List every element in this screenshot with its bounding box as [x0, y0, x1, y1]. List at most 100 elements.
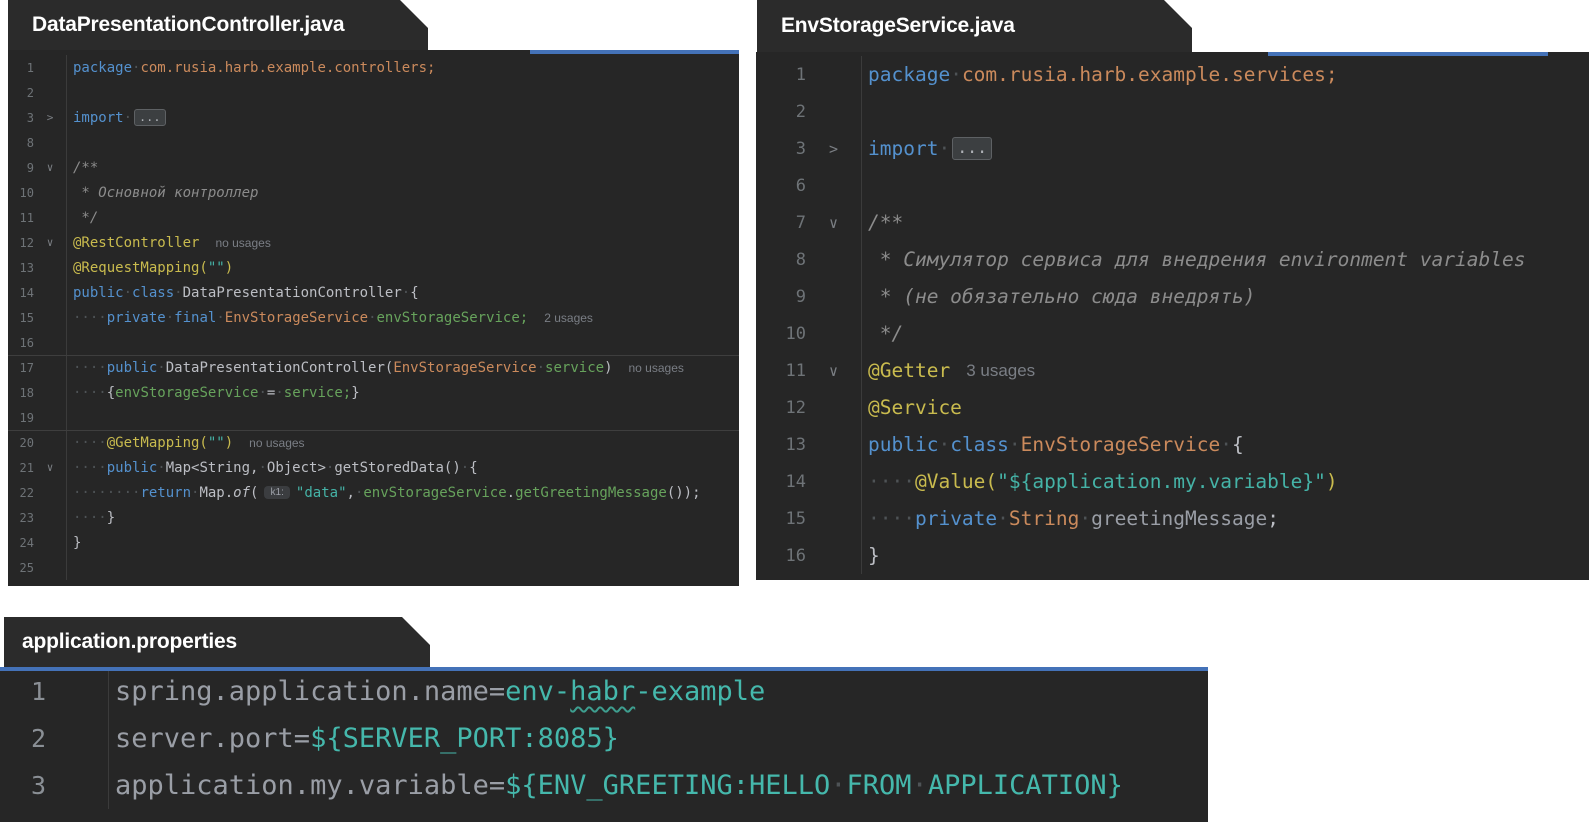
code-text: ···· public · Map<String, · Object> · getStored… — [66, 455, 739, 480]
fold-expand-icon[interactable]: > — [806, 140, 861, 158]
code-token: · — [1008, 433, 1021, 456]
line-number: 1 — [26, 60, 34, 75]
code-token: EnvStorageService — [393, 360, 537, 376]
code-text — [66, 80, 739, 105]
code-token: String — [1008, 507, 1080, 530]
code-line: 2 — [756, 93, 1589, 130]
line-number: 6 — [795, 175, 806, 196]
line-number: 8 — [795, 249, 806, 270]
code-editor-controller: 1 package · com.rusia.harb.example.controll… — [8, 50, 739, 586]
fold-expand-icon[interactable]: > — [34, 111, 66, 124]
code-text: /** — [861, 204, 1589, 241]
code-line: 15 ···· private · final · EnvStorageService · en… — [8, 305, 739, 330]
code-token: @GetMapping( — [106, 435, 208, 451]
code-token: } — [106, 509, 116, 526]
line-number: 8 — [26, 135, 34, 150]
code-token: env- — [505, 676, 571, 707]
code-token: package — [73, 59, 133, 76]
line-number: 10 — [785, 323, 806, 344]
code-token: · — [165, 309, 175, 326]
code-text: /** — [66, 155, 739, 180]
code-text: * Симулятор сервиса для внедрения enviro… — [861, 241, 1589, 278]
code-token: /** — [868, 211, 904, 234]
code-token: ( — [250, 484, 259, 501]
code-editor-properties: 1 spring.application.name= env-habr -exampl… — [0, 667, 1208, 822]
line-number: 12 — [785, 397, 806, 418]
code-token: */ — [868, 322, 904, 345]
code-token: · — [911, 770, 928, 801]
code-token: } — [73, 534, 82, 551]
line-number: 3 — [795, 138, 806, 159]
code-text: */ — [66, 205, 739, 230]
code-token: · — [830, 770, 847, 801]
code-lines: 1 spring.application.name= env-habr -exampl… — [0, 667, 1208, 809]
code-token: service; — [283, 384, 352, 401]
code-line: 25 — [8, 555, 739, 580]
fold-collapse-icon[interactable]: ∨ — [806, 362, 861, 380]
code-lines: 1 package · com.rusia.harb.example.controll… — [8, 50, 739, 580]
active-tab-indicator — [0, 667, 1208, 671]
code-token: · — [938, 433, 951, 456]
code-token: DataPresentationController — [182, 284, 402, 301]
line-number: 25 — [19, 560, 34, 575]
fold-collapse-icon[interactable]: ∨ — [806, 214, 861, 232]
code-line: 20 ···· @GetMapping("") no usages — [8, 430, 739, 455]
code-line: 12 ∨ @RestController no usages — [8, 230, 739, 255]
code-line: 1 package · com.rusia.harb.example.controll… — [8, 55, 739, 80]
code-token: return — [140, 484, 192, 501]
code-token: FROM — [846, 770, 912, 801]
code-token: { — [106, 384, 116, 401]
code-token: · — [216, 309, 225, 326]
code-text: @RequestMapping("") — [66, 255, 739, 280]
code-token: ) — [224, 435, 234, 451]
file-tab-controller: DataPresentationController.java — [8, 0, 428, 50]
code-token: server.port= — [115, 723, 311, 754]
code-text: package · com.rusia.harb.example.controlle… — [66, 55, 739, 80]
code-token: * Основной контроллер — [73, 184, 259, 201]
code-token: Map<String, — [165, 459, 259, 476]
code-token: } — [351, 384, 360, 401]
code-token: · — [174, 284, 183, 301]
code-token: · — [157, 360, 166, 376]
code-token: class — [950, 433, 1009, 456]
inlay-hint: k1: — [264, 486, 290, 499]
code-token: public — [106, 360, 158, 376]
code-text: @RestController no usages — [66, 230, 739, 255]
folded-imports-chip[interactable]: ... — [952, 137, 993, 160]
code-token: EnvStorageService — [224, 309, 369, 326]
code-text: ····{envStorageService · = · service;} — [66, 380, 739, 405]
code-token: · — [258, 459, 267, 476]
code-token: service — [545, 360, 605, 376]
screenshot-canvas: DataPresentationController.java 1 package… — [0, 0, 1589, 822]
code-token: ) — [224, 259, 234, 276]
line-number: 12 — [19, 235, 34, 250]
line-number: 22 — [19, 485, 34, 500]
file-tab-label: EnvStorageService.java — [781, 14, 1015, 37]
line-number: 24 — [19, 535, 34, 550]
code-line: 16} — [756, 537, 1589, 574]
code-text: */ — [861, 315, 1589, 352]
line-number: 13 — [785, 434, 806, 455]
code-token: getGreetingMessage — [515, 484, 667, 501]
code-token: * Симулятор сервиса для внедрения enviro… — [868, 248, 1526, 271]
line-number: 23 — [19, 510, 34, 525]
code-token: · — [1220, 433, 1232, 456]
fold-collapse-icon[interactable]: ∨ — [34, 461, 66, 474]
code-line: 15 ···· private · String · greetingMessage; — [756, 500, 1589, 537]
code-token: · — [997, 507, 1009, 530]
code-token: no usages — [249, 436, 305, 450]
code-token: ···· — [868, 507, 915, 530]
line-number: 18 — [19, 385, 34, 400]
file-tab-label: application.properties — [22, 630, 237, 653]
fold-collapse-icon[interactable]: ∨ — [34, 161, 66, 174]
file-tab-service: EnvStorageService.java — [757, 0, 1192, 52]
code-token: · — [123, 109, 133, 126]
line-number: 7 — [795, 212, 806, 233]
code-text: @Service — [861, 389, 1589, 426]
folded-imports-chip[interactable]: ... — [134, 109, 166, 126]
code-token: envStorageService — [115, 384, 259, 401]
code-line: 7 ∨ /** — [756, 204, 1589, 241]
active-tab-indicator — [1268, 52, 1548, 56]
code-token: , — [346, 484, 355, 501]
fold-collapse-icon[interactable]: ∨ — [34, 236, 66, 249]
